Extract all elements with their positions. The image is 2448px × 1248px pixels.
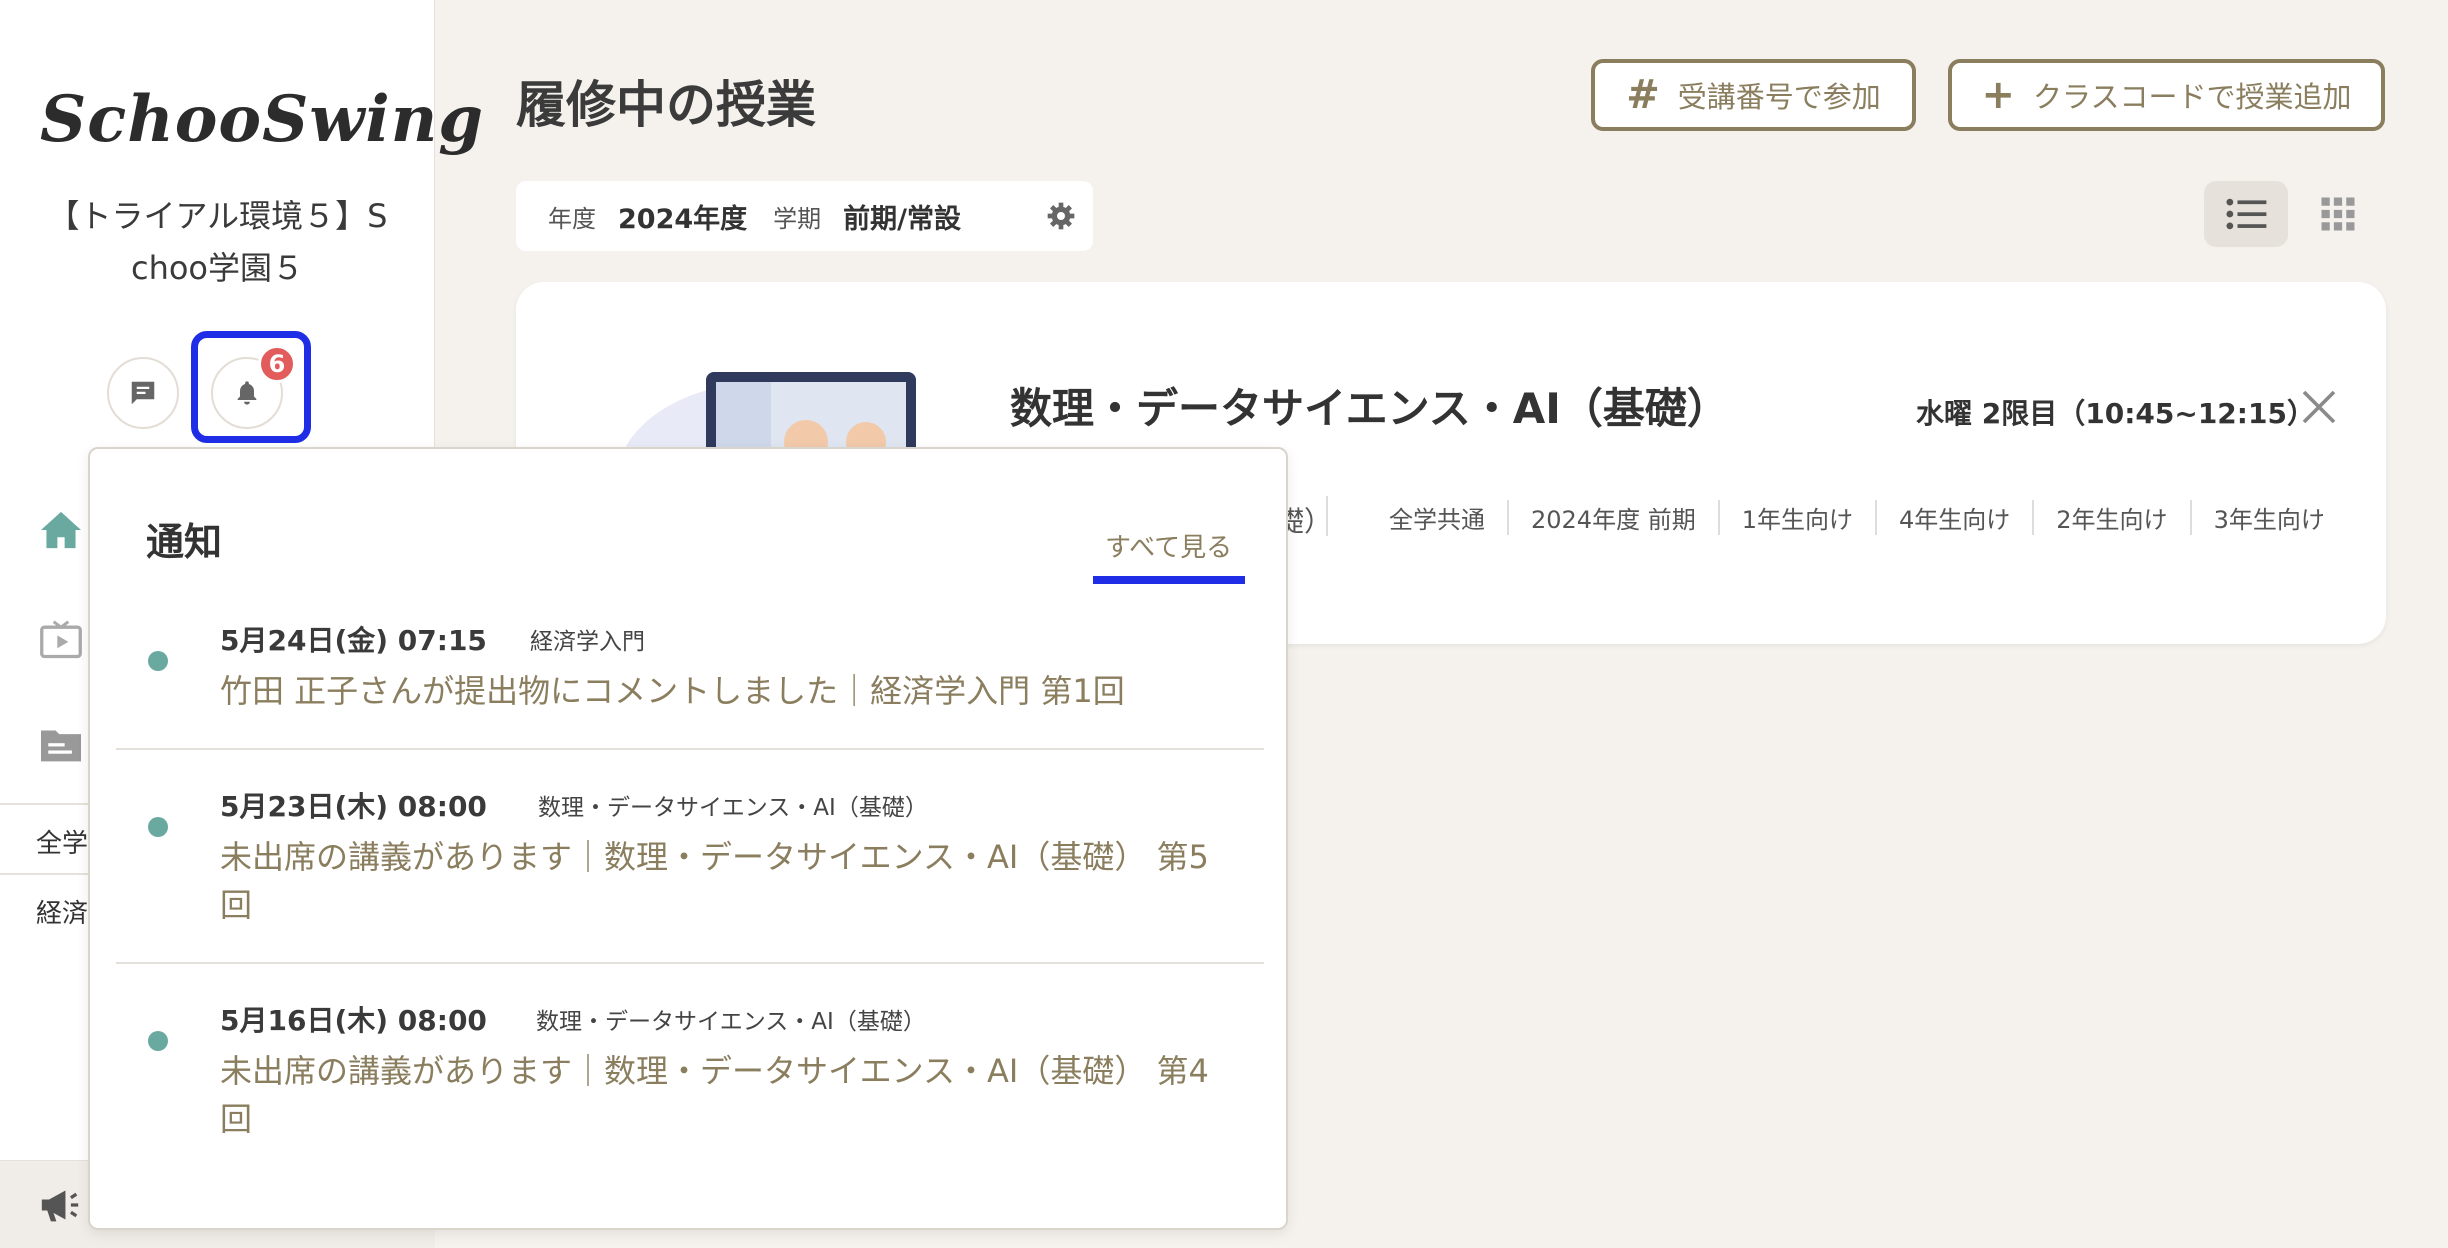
notification-count-badge: 6: [258, 345, 296, 383]
notification-message[interactable]: 未出席の講義があります｜数理・データサイエンス・AI（基礎） 第5回: [220, 833, 1220, 929]
notification-course: 経済学入門: [530, 629, 645, 655]
notification-course: 数理・データサイエンス・AI（基礎）: [536, 1009, 926, 1035]
join-by-number-label: 受講番号で参加: [1677, 80, 1881, 114]
course-title[interactable]: 数理・データサイエンス・AI（基礎）: [1010, 375, 1729, 436]
notification-date: 5月24日(金) 07:15: [220, 624, 487, 657]
plus-icon: +: [1981, 72, 2016, 118]
unread-dot: [148, 817, 168, 837]
year-value: 2024年度: [618, 203, 748, 235]
term-filter[interactable]: 年度 2024年度 学期 前期/常設: [516, 181, 1093, 251]
tag-divider: [1326, 496, 1328, 536]
announcements-button[interactable]: [38, 1185, 82, 1229]
unread-dot: [148, 651, 168, 671]
sidebar-category-item[interactable]: 全学: [36, 823, 88, 860]
term-label: 学期: [773, 204, 822, 233]
tag: 1年生向け: [1717, 500, 1875, 535]
add-by-class-code-button[interactable]: + クラスコードで授業追加: [1948, 59, 2385, 131]
course-tags: 全学共通 2024年度 前期 1年生向け 4年生向け 2年生向け 3年生向け: [1389, 500, 2347, 535]
school-name-line1: 【トライアル環境５】S: [47, 197, 388, 235]
tag: 全学共通: [1389, 506, 1485, 534]
tag: 4年生向け: [1875, 500, 2032, 535]
notification-course: 数理・データサイエンス・AI（基礎）: [538, 795, 928, 821]
chat-icon: [131, 381, 155, 405]
notification-divider: [116, 748, 1264, 750]
notification-date: 5月23日(木) 08:00: [220, 790, 487, 823]
grid-icon: [2321, 197, 2355, 231]
term-value: 前期/常設: [843, 203, 962, 235]
nav-lectures[interactable]: [36, 615, 86, 665]
gear-icon[interactable]: [1045, 200, 1077, 232]
tag: 2年生向け: [2032, 500, 2189, 535]
notification-date: 5月16日(木) 08:00: [220, 1004, 487, 1037]
notifications-title: 通知: [146, 520, 223, 564]
nav-materials[interactable]: [36, 720, 86, 770]
app-logo[interactable]: SchooSwing: [40, 82, 483, 172]
list-view-toggle[interactable]: [2204, 181, 2288, 247]
list-icon: [2226, 198, 2267, 230]
year-label: 年度: [548, 204, 596, 233]
notification-message[interactable]: 竹田 正子さんが提出物にコメントしました｜経済学入門 第1回: [220, 667, 1220, 715]
nav-home[interactable]: [36, 505, 86, 555]
see-all-highlight: [1093, 576, 1245, 584]
folder-icon: [41, 730, 81, 762]
notifications-highlight: [191, 331, 311, 443]
page-title: 履修中の授業: [516, 76, 816, 134]
notification-message[interactable]: 未出席の講義があります｜数理・データサイエンス・AI（基礎） 第4回: [220, 1047, 1220, 1143]
unread-dot: [148, 1031, 168, 1051]
hash-icon: #: [1626, 72, 1660, 118]
tag: 3年生向け: [2189, 500, 2347, 535]
school-name-line2: choo学園５: [130, 249, 305, 287]
notification-divider: [116, 962, 1264, 964]
tv-play-icon: [40, 620, 82, 659]
school-name: 【トライアル環境５】S choo学園５: [30, 190, 405, 294]
see-all-link[interactable]: すべて見る: [1105, 527, 1232, 564]
course-time: 水曜 2限目（10:45~12:15）: [1916, 397, 2315, 430]
sidebar-category-item[interactable]: 経済: [36, 893, 88, 930]
join-by-number-button[interactable]: # 受講番号で参加: [1591, 59, 1916, 131]
home-icon: [41, 511, 81, 549]
grid-view-toggle[interactable]: [2296, 181, 2380, 247]
close-icon[interactable]: [2299, 387, 2339, 427]
notifications-popup: 通知 すべて見る 5月24日(金) 07:15 経済学入門 竹田 正子さんが提出…: [88, 447, 1288, 1230]
tag: 2024年度 前期: [1507, 500, 1718, 535]
messages-button[interactable]: [107, 357, 179, 429]
add-by-class-code-label: クラスコードで授業追加: [2033, 80, 2352, 114]
megaphone-icon: [41, 1190, 79, 1222]
